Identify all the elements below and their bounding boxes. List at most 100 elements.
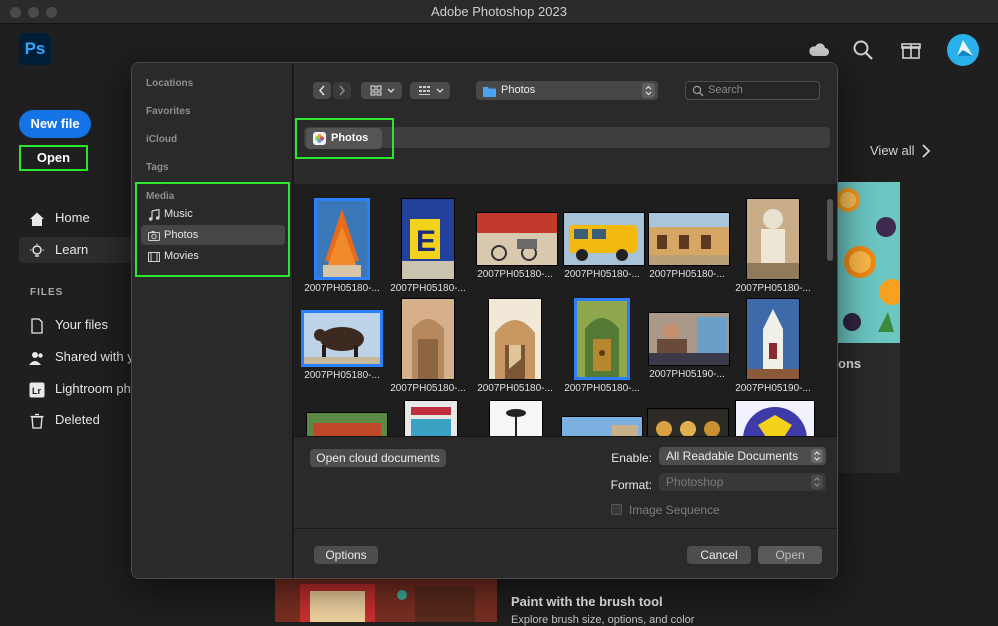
window-title-bar: Adobe Photoshop 2023 <box>0 0 998 24</box>
dialog-browser: Photos Search Photos 2007PH05180-... E 2… <box>294 63 837 578</box>
thumbnail-item[interactable]: 2007PH05180-... <box>302 198 382 294</box>
cloud-icon[interactable] <box>807 38 831 62</box>
chevron-right-icon[interactable] <box>920 143 932 159</box>
thumbnail-image <box>563 212 645 266</box>
thumbnail-caption: 2007PH05180-... <box>304 283 380 294</box>
thumbnail-image <box>746 198 800 280</box>
lightroom-icon: Lr <box>29 381 45 398</box>
icon-view-button[interactable] <box>361 82 402 99</box>
cancel-button[interactable]: Cancel <box>687 546 751 564</box>
grid-scrollbar[interactable] <box>827 199 833 261</box>
thumbnail-image[interactable] <box>735 400 815 436</box>
brush-tutorial-title: Paint with the brush tool <box>511 594 663 609</box>
view-all-link[interactable]: View all <box>870 143 915 158</box>
updown-icon <box>811 475 823 489</box>
thumbnail-item[interactable]: 2007PH05180-... <box>475 298 555 394</box>
thumbnail-caption: 2007PH05180-... <box>304 370 380 381</box>
image-sequence-label: Image Sequence <box>629 503 720 517</box>
updown-icon <box>642 83 655 98</box>
thumbnail-item[interactable]: 2007PH05180-... <box>647 212 731 280</box>
thumbnail-item[interactable]: 2007PH05180-... <box>388 298 468 394</box>
location-popup[interactable]: Photos <box>476 81 658 100</box>
updown-icon <box>811 449 823 463</box>
location-popup-value: Photos <box>501 84 536 96</box>
group-view-button[interactable] <box>410 82 450 99</box>
photos-library-tag[interactable]: Photos <box>306 128 382 149</box>
new-file-button[interactable]: New file <box>19 110 91 138</box>
thumbnail-item[interactable]: 2007PH05180-... <box>475 212 559 280</box>
thumbnail-caption: 2007PH05180-... <box>477 269 553 280</box>
thumbnail-image: E <box>401 198 455 280</box>
trash-icon <box>29 412 45 429</box>
sidebar-heading-tags[interactable]: Tags <box>146 162 169 173</box>
file-grid: 2007PH05180-... E 2007PH05180-... 2007PH… <box>294 184 837 436</box>
forward-button[interactable] <box>333 82 351 99</box>
thumbnail-image <box>648 312 730 366</box>
minimize-window-button[interactable] <box>28 7 39 18</box>
thumbnail-image <box>401 298 455 380</box>
thumbnail-item[interactable]: 2007PH05180-... <box>294 310 390 381</box>
dialog-sidebar: Locations Favorites iCloud Tags Media Mu… <box>132 63 293 578</box>
open-cloud-documents-button[interactable]: Open cloud documents <box>310 449 446 467</box>
format-label: Format: <box>610 478 652 492</box>
back-button[interactable] <box>313 82 331 99</box>
nav-item-deleted[interactable]: Deleted <box>19 407 131 433</box>
search-icon[interactable] <box>851 38 875 62</box>
image-sequence-checkbox[interactable] <box>611 504 622 515</box>
photos-library-tag-label: Photos <box>331 132 369 144</box>
nav-item-learn[interactable]: Learn <box>19 237 131 263</box>
thumbnail-image[interactable] <box>489 400 543 436</box>
nav-item-label: Deleted <box>55 412 100 427</box>
thumbnail-item[interactable]: 2007PH05190-... <box>733 298 813 394</box>
nav-item-your-files[interactable]: Your files <box>19 312 131 338</box>
thumbnail-image <box>476 212 558 266</box>
enable-label: Enable: <box>611 451 652 465</box>
options-button[interactable]: Options <box>314 546 378 564</box>
nav-item-label: Home <box>55 210 90 225</box>
photos-app-icon <box>313 132 326 153</box>
sidebar-heading-favorites[interactable]: Favorites <box>146 106 190 117</box>
thumbnail-caption: 2007PH05180-... <box>390 283 466 294</box>
sidebar-heading-icloud[interactable]: iCloud <box>146 134 177 145</box>
thumbnail-image <box>648 212 730 266</box>
thumbnail-item[interactable]: 2007PH05180-... <box>733 198 813 294</box>
zoom-window-button[interactable] <box>46 7 57 18</box>
nav-item-label: Lightroom pho <box>55 381 131 396</box>
divider <box>294 528 837 529</box>
tutorial-card-title: ons <box>838 356 862 371</box>
svg-text:Lr: Lr <box>32 386 41 396</box>
thumbnail-image[interactable] <box>404 400 458 436</box>
search-input[interactable]: Search <box>685 81 820 100</box>
enable-select-value: All Readable Documents <box>666 449 799 463</box>
close-window-button[interactable] <box>10 7 21 18</box>
brush-tutorial-subtitle: Explore brush size, options, and color <box>511 614 695 626</box>
thumbnail-item[interactable]: 2007PH05180-... <box>562 212 646 280</box>
tutorial-card-image[interactable] <box>838 182 900 343</box>
open-dialog-button[interactable]: Open <box>758 546 822 564</box>
nav-item-lightroom-photos[interactable]: Lr Lightroom pho <box>19 376 131 402</box>
thumbnail-item[interactable]: E 2007PH05180-... <box>388 198 468 294</box>
format-select-value: Photoshop <box>666 475 724 489</box>
gift-icon[interactable] <box>899 38 923 62</box>
brush-tutorial-image[interactable] <box>275 579 497 622</box>
file-icon <box>29 317 45 334</box>
nav-item-home[interactable]: Home <box>19 205 131 231</box>
thumbnail-item[interactable]: 2007PH05180-... <box>562 298 642 394</box>
thumbnail-caption: 2007PH05190-... <box>649 369 725 380</box>
thumbnail-caption: 2007PH05180-... <box>564 383 640 394</box>
thumbnail-image <box>574 298 630 380</box>
search-icon <box>692 85 704 103</box>
format-select[interactable]: Photoshop <box>659 473 826 491</box>
open-button[interactable]: Open <box>19 145 88 171</box>
thumbnail-image[interactable] <box>647 408 729 436</box>
sidebar-heading-locations[interactable]: Locations <box>146 78 193 89</box>
open-file-dialog: Locations Favorites iCloud Tags Media Mu… <box>131 62 838 579</box>
folder-icon <box>483 85 496 104</box>
enable-select[interactable]: All Readable Documents <box>659 447 826 465</box>
avatar[interactable] <box>947 34 979 66</box>
thumbnail-item[interactable]: 2007PH05190-... <box>647 312 731 380</box>
thumbnail-image[interactable] <box>561 416 643 436</box>
nav-item-label: Learn <box>55 242 89 257</box>
nav-item-shared-with-you[interactable]: Shared with yo <box>19 344 131 370</box>
thumbnail-image[interactable] <box>306 412 388 436</box>
